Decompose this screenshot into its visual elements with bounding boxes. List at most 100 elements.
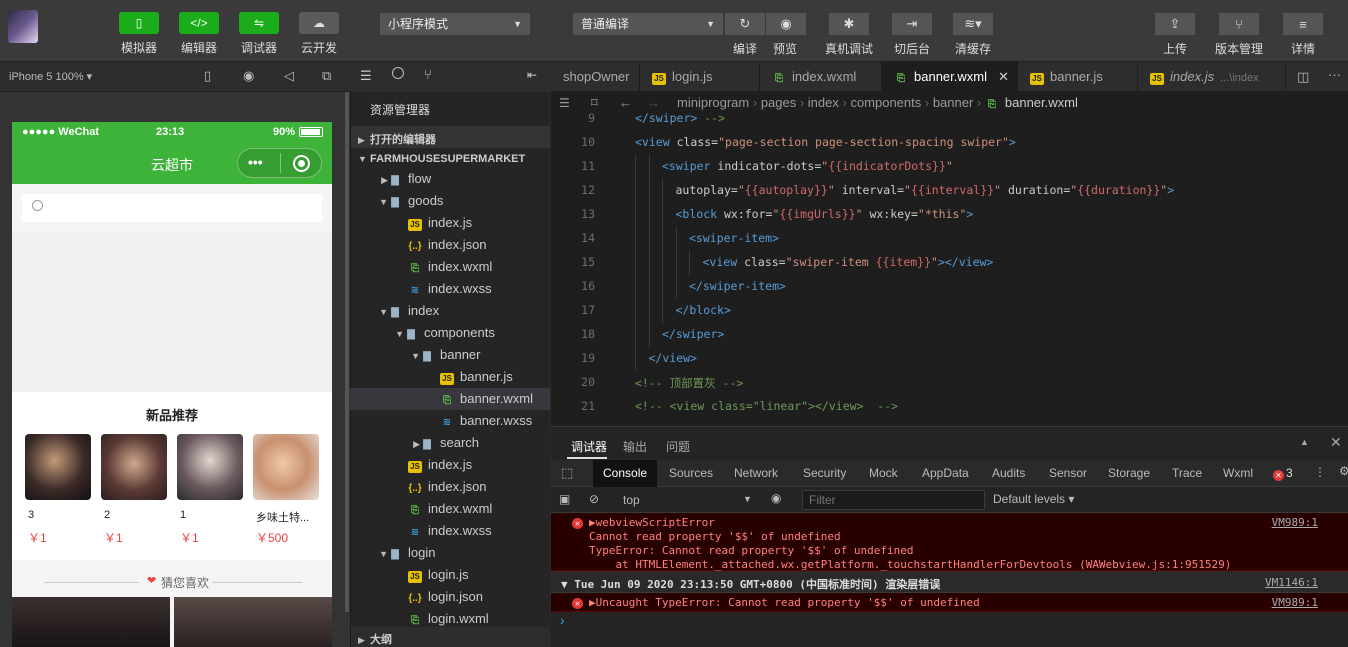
tab-output[interactable]: 输出 [623,438,647,455]
file-item[interactable]: ≋ index.wxss [350,520,550,542]
breadcrumb-item[interactable]: index [808,95,839,110]
search-input[interactable] [22,194,322,222]
close-miniprogram-icon[interactable] [293,155,310,172]
project-section[interactable]: ▼ FARMHOUSESUPERMARKET [358,153,525,165]
gear-icon[interactable]: ⚙ [1339,464,1348,478]
product-image[interactable] [25,434,91,500]
editor-tab[interactable]: JS banner.js [1018,62,1138,92]
compile-mode-select[interactable]: 普通编译 ▼ [573,13,723,35]
file-item[interactable]: {..} login.json [350,586,550,608]
maximize-icon[interactable]: ▲ [1300,437,1309,447]
devtools-tab-audits[interactable]: Audits [992,466,1025,480]
editor-toggle-button[interactable]: </> 编辑器 [169,12,229,56]
product-image[interactable] [253,434,319,500]
folder-item[interactable]: ▼ ▇ login [350,542,550,564]
editor-tab[interactable]: ⎘ banner.wxml ✕ [882,62,1018,92]
recommend-image[interactable] [12,597,170,647]
breadcrumb-item[interactable]: miniprogram [677,95,749,110]
folder-item[interactable]: ▶ ▇ search [350,432,550,454]
simulator-toggle-button[interactable]: ▯ 模拟器 [109,12,169,56]
branch-icon[interactable]: ⑂ [424,67,432,82]
context-select[interactable]: top ▼ [617,490,757,510]
console-input[interactable]: › [551,612,1348,647]
sidebar-toggle-icon[interactable]: ▣ [559,492,570,506]
breadcrumb-item[interactable]: banner [933,95,973,110]
upload-button[interactable]: ⇪ [1155,13,1195,35]
debugger-toggle-button[interactable]: ⇋ 调试器 [229,12,289,56]
preview-button[interactable]: ◉ [766,13,806,35]
menu-capsule[interactable]: ••• [237,148,322,178]
folder-item[interactable]: ▼ ▇ components [350,322,550,344]
background-button[interactable]: ⇥ [892,13,932,35]
more-vertical-icon[interactable]: ⋮ [1314,465,1326,479]
recommend-image[interactable] [174,597,332,647]
source-link[interactable]: VM989:1 [1272,516,1318,529]
folder-item[interactable]: ▼ ▇ goods [350,190,550,212]
phone-icon[interactable]: ▯ [204,68,211,84]
tab-debugger[interactable]: 调试器 [571,438,607,455]
scrollbar[interactable] [345,92,349,612]
close-icon[interactable]: ✕ [1330,434,1342,451]
console-group-header[interactable]: ▼ Tue Jun 09 2020 23:13:50 GMT+0800 (中国标… [551,571,1348,593]
compile-button[interactable]: ↻ [725,13,765,35]
mode-select[interactable]: 小程序模式 ▼ [380,13,530,35]
devtools-tab-trace[interactable]: Trace [1172,466,1202,480]
log-levels-select[interactable]: Default levels ▾ [993,492,1074,506]
file-item[interactable]: ⎘ index.wxml [350,256,550,278]
console-error-entry[interactable]: ✕ ▶Uncaught TypeError: Cannot read prope… [551,593,1348,612]
record-icon[interactable]: ◉ [243,68,254,84]
file-item[interactable]: {..} index.json [350,476,550,498]
open-editors-section[interactable]: ▶ 打开的编辑器 [358,131,436,147]
file-item[interactable]: JS banner.js [350,366,550,388]
devtools-tab-mock[interactable]: Mock [869,466,898,480]
file-item[interactable]: JS index.js [350,212,550,234]
devtools-tab-sources[interactable]: Sources [669,466,713,480]
devtools-tab-wxml[interactable]: Wxml [1223,466,1253,480]
devtools-tab-storage[interactable]: Storage [1108,466,1150,480]
folder-item[interactable]: ▶ ▇ flow [350,168,550,190]
cloud-dev-button[interactable]: ☁ 云开发 [289,12,349,56]
devtools-tab-appdata[interactable]: AppData [922,466,969,480]
back-icon[interactable]: ← [619,92,632,114]
product-image[interactable] [177,434,243,500]
version-manage-button[interactable]: ⑂ [1219,13,1259,35]
file-item[interactable]: {..} index.json [350,234,550,256]
detach-window-icon[interactable]: ⧉ [322,68,331,84]
collapse-panel-icon[interactable]: ⇤ [527,68,537,82]
close-icon[interactable]: ✕ [998,62,1009,92]
clear-console-icon[interactable]: ⊘ [589,492,599,506]
devtools-tab-network[interactable]: Network [734,466,778,480]
editor-tab[interactable]: shopOwner [551,62,640,92]
banner-swiper[interactable] [12,232,332,392]
breadcrumb-item[interactable]: pages [761,95,796,110]
real-device-debug-button[interactable]: ✱ [829,13,869,35]
inspect-icon[interactable]: ⬚ [561,465,573,481]
list-icon[interactable]: ☰ [360,68,372,84]
folder-item[interactable]: ▼ ▇ banner [350,344,550,366]
more-icon[interactable]: ··· [1328,67,1341,82]
breadcrumb-item[interactable]: components [850,95,921,110]
file-item[interactable]: JS index.js [350,454,550,476]
device-select[interactable]: iPhone 5 100% ▾ [9,70,92,83]
volume-icon[interactable]: ◁ [284,68,294,84]
split-editor-icon[interactable]: ◫ [1297,69,1309,85]
devtools-tab-console[interactable]: Console [603,466,647,480]
folder-item[interactable]: ▼ ▇ index [350,300,550,322]
console-error-entry[interactable]: ✕ ▶webviewScriptError Cannot read proper… [551,513,1348,571]
source-link[interactable]: VM1146:1 [1265,576,1318,589]
more-icon[interactable]: ••• [248,154,263,170]
search-icon[interactable] [392,67,404,79]
file-item[interactable]: ⎘ banner.wxml [350,388,550,410]
code-editor[interactable]: 9 </swiper> --> 10 <view class="page-sectio… [551,111,1348,426]
clear-cache-button[interactable]: ≋▾ [953,13,993,35]
breadcrumb-item[interactable]: banner.wxml [1005,95,1078,110]
outline-section[interactable]: ▶ 大纲 [358,631,392,647]
file-item[interactable]: ⎘ index.wxml [350,498,550,520]
tab-problems[interactable]: 问题 [666,438,690,455]
devtools-tab-sensor[interactable]: Sensor [1049,466,1087,480]
user-avatar[interactable] [8,10,38,43]
file-item[interactable]: ≋ index.wxss [350,278,550,300]
file-item[interactable]: ≋ banner.wxss [350,410,550,432]
editor-tab[interactable]: JS index.js ...\index [1138,62,1286,92]
devtools-tab-security[interactable]: Security [803,466,846,480]
